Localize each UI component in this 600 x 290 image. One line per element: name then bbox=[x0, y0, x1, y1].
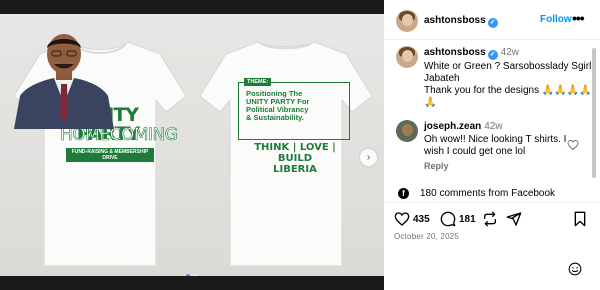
slogan-line: LIBERIA bbox=[273, 164, 317, 175]
send-action[interactable] bbox=[506, 211, 522, 227]
bookmark-icon[interactable] bbox=[572, 211, 588, 227]
action-bar: 435 181 bbox=[384, 202, 600, 232]
caption-text: 🙏 bbox=[424, 97, 437, 108]
caption-username[interactable]: ashtonsboss bbox=[424, 47, 486, 58]
theme-text: Positioning The UNITY PARTY For Politica… bbox=[246, 90, 346, 122]
front-print: UNITY PARTY HOMECOMING FUND-RAISING & ME… bbox=[10, 34, 190, 274]
theme-label: THEME: bbox=[244, 78, 272, 86]
caption-author[interactable]: ashtonsboss ✓ 42w bbox=[424, 47, 519, 60]
comment-text: wish I could get one lol bbox=[424, 146, 526, 157]
save-action[interactable] bbox=[572, 211, 588, 227]
back-tshirt: THEME: Positioning The UNITY PARTY For P… bbox=[196, 34, 376, 274]
verified-badge-icon: ✓ bbox=[487, 50, 498, 60]
comment-username[interactable]: joseph.zean bbox=[424, 121, 481, 132]
media-image[interactable]: UNITY PARTY HOMECOMING FUND-RAISING & ME… bbox=[0, 14, 384, 276]
caption-time[interactable]: 42w bbox=[501, 47, 519, 58]
caption-avatar[interactable] bbox=[396, 46, 418, 68]
caption-text: Jabateh bbox=[424, 73, 460, 84]
front-tshirt: UNITY PARTY HOMECOMING FUND-RAISING & ME… bbox=[10, 34, 190, 274]
follow-button[interactable]: Follow bbox=[540, 14, 572, 25]
comments-scrollbar[interactable] bbox=[592, 48, 596, 178]
author-name[interactable]: ashtonsboss ✓ bbox=[424, 15, 498, 28]
like-count[interactable]: 435 bbox=[413, 214, 430, 225]
emoji-icon[interactable] bbox=[568, 262, 582, 276]
post-header: ashtonsboss ✓ Follow ••• bbox=[384, 0, 600, 40]
carousel-dots bbox=[186, 274, 197, 276]
carousel-dot[interactable] bbox=[193, 274, 197, 276]
comment-count[interactable]: 181 bbox=[459, 214, 476, 225]
post-date[interactable]: October 20, 2025 bbox=[394, 232, 459, 241]
like-action[interactable]: 435 bbox=[394, 211, 430, 227]
chevron-right-icon[interactable]: › bbox=[360, 149, 377, 166]
repost-action[interactable] bbox=[482, 211, 498, 227]
commenter-avatar[interactable] bbox=[396, 120, 418, 142]
verified-badge-icon: ✓ bbox=[487, 18, 498, 28]
facebook-comments-text[interactable]: 180 comments from Facebook bbox=[420, 188, 555, 199]
slogan: THINK | LOVE | BUILD LIBERIA bbox=[240, 142, 350, 175]
facebook-icon: f bbox=[398, 188, 409, 199]
avatar[interactable] bbox=[396, 10, 418, 32]
comment-like-heart-icon[interactable] bbox=[567, 139, 579, 151]
slogan-line: THINK | LOVE | BUILD bbox=[254, 142, 336, 164]
comment-action[interactable]: 181 bbox=[440, 211, 476, 227]
post-sidebar: ashtonsboss ✓ Follow ••• ashtonsboss ✓ 42w … bbox=[384, 0, 600, 290]
post-media: UNITY PARTY HOMECOMING FUND-RAISING & ME… bbox=[0, 0, 384, 290]
comment-bubble-icon[interactable] bbox=[440, 211, 456, 227]
facebook-comments-row[interactable]: f 180 comments from Facebook bbox=[398, 186, 588, 202]
caption-text: White or Green ? Sarsobosslady Sgirl bbox=[424, 61, 592, 72]
paper-plane-icon[interactable] bbox=[506, 211, 522, 227]
caption-text: Thank you for the designs 🙏🙏🙏🙏 bbox=[424, 85, 592, 96]
heart-icon[interactable] bbox=[394, 211, 410, 227]
carousel-dot-active[interactable] bbox=[186, 274, 190, 276]
portrait-image bbox=[14, 34, 114, 129]
brand-subtitle: FUND-RAISING & MEMBERSHIP DRIVE bbox=[66, 148, 154, 162]
more-options-icon[interactable]: ••• bbox=[572, 10, 585, 26]
comment-author[interactable]: joseph.zean 42w bbox=[424, 121, 503, 132]
reply-button[interactable]: Reply bbox=[424, 161, 449, 171]
repost-icon[interactable] bbox=[482, 211, 498, 227]
comment-text: Oh wow!! Nice looking T shirts. I bbox=[424, 134, 567, 145]
theme-line: & Sustainability. bbox=[246, 113, 304, 122]
comment-time[interactable]: 42w bbox=[484, 121, 502, 132]
author-username[interactable]: ashtonsboss bbox=[424, 15, 486, 26]
